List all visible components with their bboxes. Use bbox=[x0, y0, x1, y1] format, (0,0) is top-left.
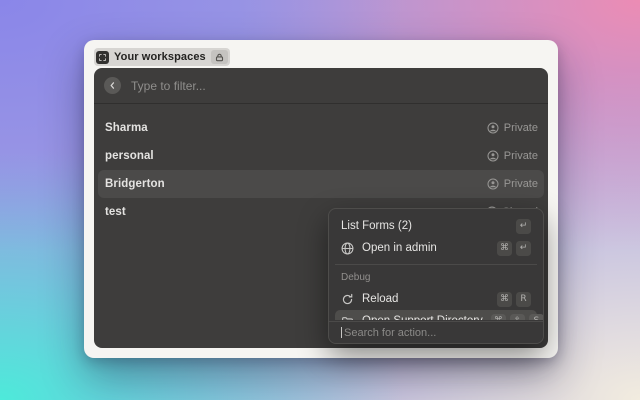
key-return: ↵ bbox=[516, 219, 531, 234]
menu-item-list-forms[interactable]: List Forms (2) ↵ bbox=[335, 215, 537, 237]
workspace-row-personal[interactable]: personal Private bbox=[94, 142, 548, 170]
workspace-name: test bbox=[105, 206, 126, 218]
visibility-label: Private bbox=[504, 178, 538, 190]
key-command: ⌘ bbox=[497, 241, 512, 256]
menu-item-open-in-admin[interactable]: Open in admin ⌘ ↵ bbox=[335, 237, 537, 259]
menu-item-label: List Forms (2) bbox=[341, 220, 412, 232]
menu-item-label: Open in admin bbox=[362, 242, 437, 254]
lock-icon bbox=[211, 50, 228, 64]
workspace-badge-label: Your workspaces bbox=[114, 51, 206, 63]
folder-icon bbox=[341, 315, 354, 321]
menu-divider bbox=[335, 264, 537, 265]
menu-item-label: Reload bbox=[362, 293, 398, 305]
workspace-name: personal bbox=[105, 150, 154, 162]
menu-item-open-support-directory[interactable]: Open Support Directory ⌘ ⇧ S bbox=[335, 310, 537, 320]
action-menu: List Forms (2) ↵ Open in admin ⌘ ↵ Debug bbox=[328, 208, 544, 344]
key-shift: ⇧ bbox=[510, 314, 525, 321]
person-circle-icon bbox=[487, 150, 499, 162]
menu-item-label: Open Support Directory bbox=[362, 315, 483, 320]
menu-item-reload[interactable]: Reload ⌘ R bbox=[335, 288, 537, 310]
visibility-label: Private bbox=[504, 150, 538, 162]
workspace-name: Sharma bbox=[105, 122, 148, 134]
workspace-row-sharma[interactable]: Sharma Private bbox=[94, 114, 548, 142]
action-menu-rows: List Forms (2) ↵ Open in admin ⌘ ↵ Debug bbox=[329, 209, 543, 320]
workspace-name: Bridgerton bbox=[105, 178, 165, 190]
filter-input[interactable] bbox=[131, 79, 538, 93]
key-command: ⌘ bbox=[491, 314, 506, 321]
action-search-placeholder: Search for action... bbox=[344, 327, 436, 339]
filter-bar bbox=[94, 68, 548, 104]
action-search-field[interactable]: Search for action... bbox=[329, 321, 543, 343]
person-circle-icon bbox=[487, 178, 499, 190]
key-command: ⌘ bbox=[497, 292, 512, 307]
text-caret bbox=[341, 327, 342, 338]
key-s: S bbox=[529, 314, 543, 321]
chevron-left-icon bbox=[108, 81, 117, 90]
workspace-square-icon bbox=[96, 51, 109, 64]
menu-section-debug: Debug bbox=[335, 269, 537, 288]
person-circle-icon bbox=[487, 122, 499, 134]
globe-icon bbox=[341, 242, 354, 255]
workspace-row-bridgerton[interactable]: Bridgerton Private bbox=[98, 170, 544, 198]
key-r: R bbox=[516, 292, 531, 307]
visibility-label: Private bbox=[504, 122, 538, 134]
key-return: ↵ bbox=[516, 241, 531, 256]
workspaces-window: Your workspaces Sharma Private personal bbox=[84, 40, 558, 358]
workspace-badge[interactable]: Your workspaces bbox=[94, 48, 230, 66]
back-button[interactable] bbox=[104, 77, 121, 94]
reload-icon bbox=[341, 293, 354, 306]
